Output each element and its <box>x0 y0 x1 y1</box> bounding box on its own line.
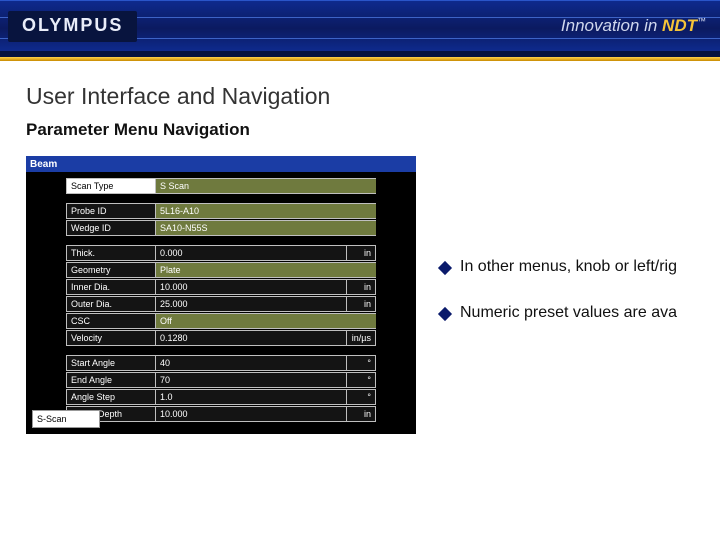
parameter-row[interactable]: Wedge IDSA10-N55S <box>66 220 376 236</box>
brand-tagline: Innovation in NDT™ <box>561 16 706 36</box>
panel-title: Beam <box>26 156 416 172</box>
parameter-row[interactable]: Inner Dia.10.000in <box>66 279 376 295</box>
parameter-value[interactable]: Off <box>156 313 376 329</box>
slide-area: User Interface and Navigation Parameter … <box>0 61 720 434</box>
bullet-list: In other menus, knob or left/rig Numeric… <box>440 258 677 350</box>
parameter-label: Thick. <box>66 245 156 261</box>
parameter-unit: ° <box>346 389 376 405</box>
parameter-row[interactable]: GeometryPlate <box>66 262 376 278</box>
bullet-item: In other menus, knob or left/rig <box>440 258 677 276</box>
parameter-row[interactable]: Thick.0.000in <box>66 245 376 261</box>
parameter-label: Velocity <box>66 330 156 346</box>
parameter-row[interactable]: Scan TypeS Scan <box>66 178 376 194</box>
brand-logo: OLYMPUS <box>8 11 137 42</box>
slide-title: User Interface and Navigation <box>26 83 720 110</box>
instrument-screenshot: Beam Scan TypeS ScanProbe ID5L16-A10Wedg… <box>26 156 416 434</box>
parameter-unit: ° <box>346 355 376 371</box>
bullet-item: Numeric preset values are ava <box>440 304 677 322</box>
footer-button[interactable]: S-Scan <box>32 410 100 428</box>
parameter-value[interactable]: Plate <box>156 262 376 278</box>
parameter-value[interactable]: 25.000 <box>156 296 346 312</box>
parameter-label: Start Angle <box>66 355 156 371</box>
parameter-list: Scan TypeS ScanProbe ID5L16-A10Wedge IDS… <box>66 178 376 423</box>
parameter-row[interactable]: Focus Depth10.000in <box>66 406 376 422</box>
parameter-value[interactable]: 1.0 <box>156 389 346 405</box>
parameter-value[interactable]: 10.000 <box>156 279 346 295</box>
parameter-value[interactable]: S Scan <box>156 178 376 194</box>
parameter-value[interactable]: 70 <box>156 372 346 388</box>
parameter-value[interactable]: 10.000 <box>156 406 346 422</box>
parameter-row[interactable]: Outer Dia.25.000in <box>66 296 376 312</box>
tagline-lead: Innovation in <box>561 16 662 35</box>
bullet-diamond-icon <box>438 307 452 321</box>
parameter-unit: in/µs <box>346 330 376 346</box>
bullet-text: Numeric preset values are ava <box>460 304 677 322</box>
parameter-value[interactable]: 40 <box>156 355 346 371</box>
parameter-row[interactable]: Start Angle40° <box>66 355 376 371</box>
parameter-value[interactable]: 0.000 <box>156 245 346 261</box>
tagline-tm: ™ <box>697 16 706 26</box>
parameter-unit: in <box>346 406 376 422</box>
brand-wordmark: OLYMPUS <box>22 15 123 35</box>
parameter-unit: in <box>346 279 376 295</box>
tagline-ndt: NDT <box>662 16 697 35</box>
parameter-label: Outer Dia. <box>66 296 156 312</box>
parameter-label: Angle Step <box>66 389 156 405</box>
parameter-row[interactable]: Velocity0.1280in/µs <box>66 330 376 346</box>
parameter-row[interactable]: CSCOff <box>66 313 376 329</box>
parameter-label: End Angle <box>66 372 156 388</box>
parameter-row[interactable]: End Angle70° <box>66 372 376 388</box>
bullet-diamond-icon <box>438 261 452 275</box>
parameter-unit: ° <box>346 372 376 388</box>
parameter-value[interactable]: SA10-N55S <box>156 220 376 236</box>
parameter-row[interactable]: Angle Step1.0° <box>66 389 376 405</box>
slide-subtitle: Parameter Menu Navigation <box>26 120 720 140</box>
parameter-value[interactable]: 5L16-A10 <box>156 203 376 219</box>
parameter-label: Inner Dia. <box>66 279 156 295</box>
brand-band: OLYMPUS Innovation in NDT™ <box>0 0 720 57</box>
parameter-unit: in <box>346 296 376 312</box>
parameter-unit: in <box>346 245 376 261</box>
parameter-row[interactable]: Probe ID5L16-A10 <box>66 203 376 219</box>
parameter-label: CSC <box>66 313 156 329</box>
parameter-value[interactable]: 0.1280 <box>156 330 346 346</box>
parameter-label: Geometry <box>66 262 156 278</box>
parameter-label: Scan Type <box>66 178 156 194</box>
parameter-label: Probe ID <box>66 203 156 219</box>
bullet-text: In other menus, knob or left/rig <box>460 258 677 276</box>
parameter-label: Wedge ID <box>66 220 156 236</box>
